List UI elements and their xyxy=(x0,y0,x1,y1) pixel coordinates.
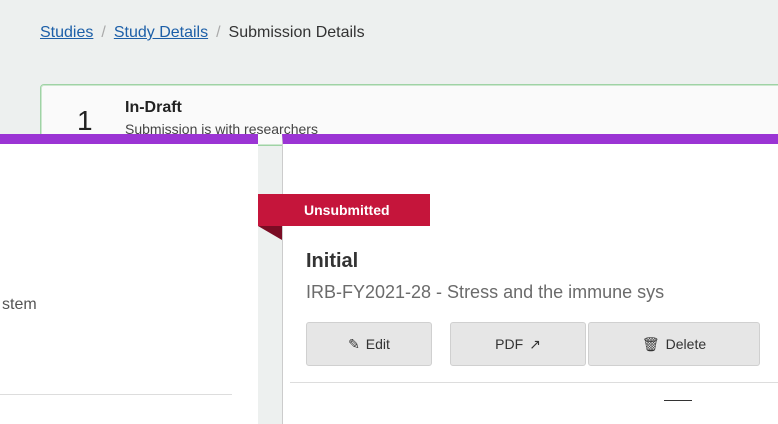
delete-button[interactable]: 🗑 Delete xyxy=(588,322,760,366)
decorative-line xyxy=(664,400,692,401)
pencil-icon: ✎ xyxy=(348,335,360,352)
edit-button[interactable]: ✎ Edit xyxy=(306,322,432,366)
status-badge: Unsubmitted xyxy=(258,194,430,226)
submission-description: IRB-FY2021-28 - Stress and the immune sy… xyxy=(306,282,665,302)
edit-button-label: Edit xyxy=(365,336,390,352)
submission-panel xyxy=(282,134,778,424)
delete-button-label: Delete xyxy=(665,336,707,352)
left-panel: stem xyxy=(0,134,258,424)
trash-icon: 🗑 xyxy=(641,335,660,352)
external-link-icon: ↗ xyxy=(529,335,541,352)
breadcrumb-studies-link[interactable]: Studies xyxy=(40,24,93,42)
breadcrumb-study-details-link[interactable]: Study Details xyxy=(114,24,208,42)
left-panel-divider xyxy=(0,394,232,395)
submission-title: Initial xyxy=(306,250,359,272)
step-number: 1 xyxy=(77,105,93,136)
breadcrumb-separator: / xyxy=(216,24,221,41)
submission-divider xyxy=(290,382,778,383)
breadcrumb: Studies / Study Details / Submission Det… xyxy=(40,24,365,42)
badge-fold xyxy=(258,226,282,240)
pdf-button[interactable]: PDF ↗ xyxy=(450,322,586,366)
pdf-button-label: PDF xyxy=(495,336,524,352)
breadcrumb-current: Submission Details xyxy=(228,24,365,41)
breadcrumb-separator: / xyxy=(101,24,106,41)
status-title: In-Draft xyxy=(125,99,182,116)
left-panel-text: stem xyxy=(2,296,37,313)
